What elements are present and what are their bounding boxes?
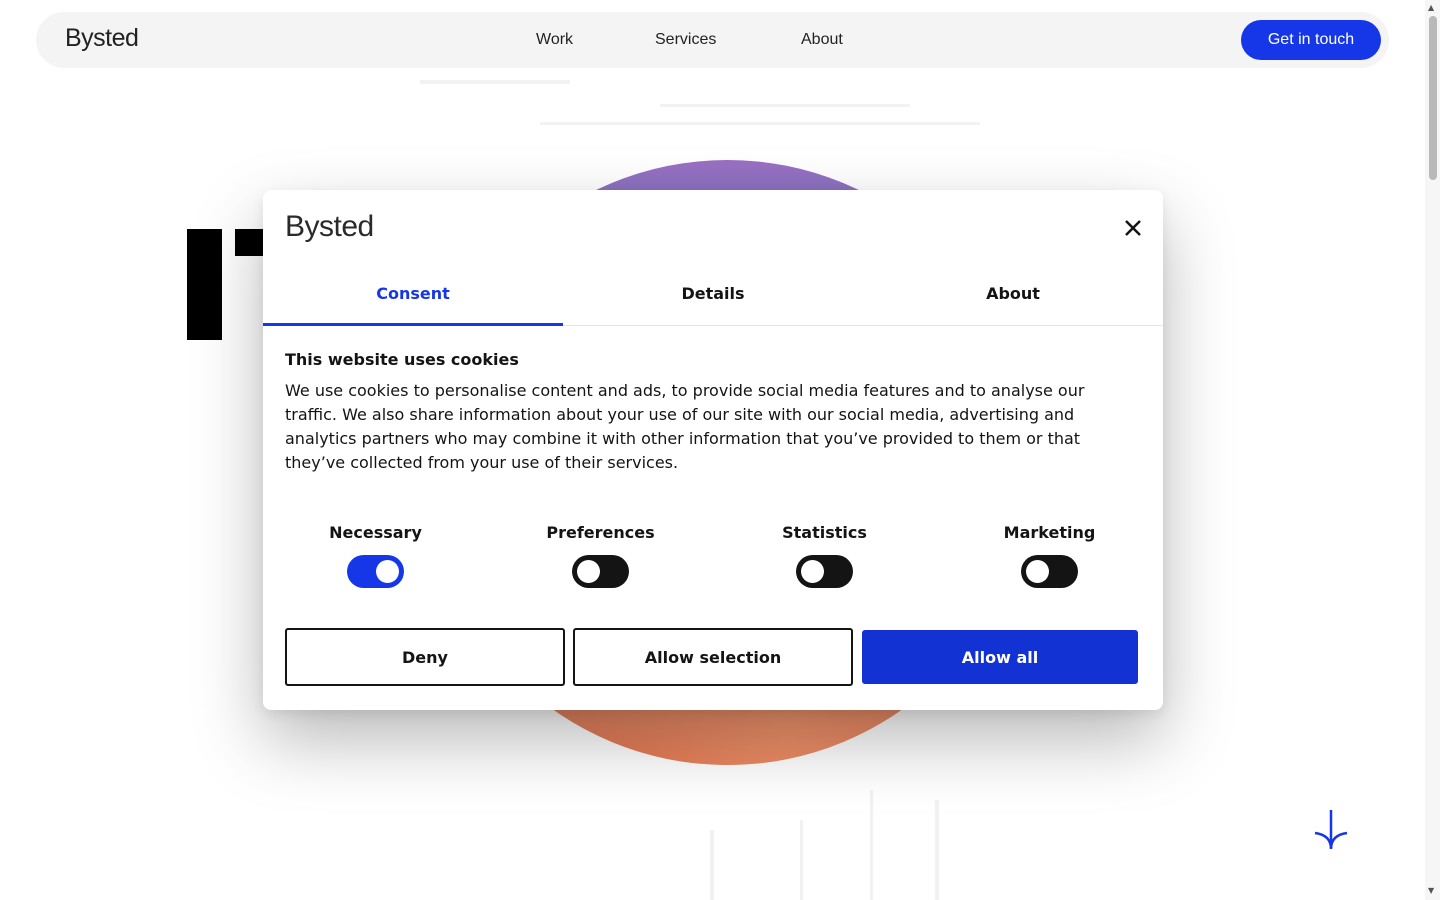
page: Bysted Work Services About Get in touch … bbox=[0, 0, 1440, 900]
marketing-toggle[interactable] bbox=[1021, 555, 1078, 588]
toggle-label-preferences: Preferences bbox=[546, 523, 655, 542]
toggle-knob bbox=[1026, 560, 1049, 583]
consent-tabs: Consent Details About bbox=[263, 274, 1163, 326]
close-icon[interactable] bbox=[1120, 215, 1146, 241]
site-logo[interactable]: Bysted bbox=[65, 24, 139, 53]
cookie-consent-dialog: Bysted Consent Details About This websit… bbox=[263, 190, 1163, 710]
toggle-group-necessary: Necessary bbox=[263, 523, 488, 592]
toggle-knob bbox=[376, 560, 399, 583]
scroll-up-icon[interactable]: ▲ bbox=[1428, 4, 1434, 12]
tab-about[interactable]: About bbox=[863, 274, 1163, 326]
hero-background-line bbox=[935, 800, 939, 900]
allow-all-button[interactable]: Allow all bbox=[862, 630, 1138, 684]
toggle-group-marketing: Marketing bbox=[937, 523, 1162, 592]
cookie-title: This website uses cookies bbox=[285, 350, 519, 369]
hero-headline-fragment bbox=[187, 229, 222, 340]
necessary-toggle[interactable] bbox=[347, 555, 404, 588]
toggle-knob bbox=[577, 560, 600, 583]
deny-button[interactable]: Deny bbox=[285, 628, 565, 686]
toggle-label-marketing: Marketing bbox=[1003, 523, 1096, 542]
page-scrollbar[interactable]: ▲ ▼ bbox=[1425, 0, 1440, 900]
hero-headline-fragment bbox=[235, 229, 265, 256]
dialog-logo: Bysted bbox=[285, 210, 374, 243]
get-in-touch-button[interactable]: Get in touch bbox=[1241, 20, 1381, 60]
scrollbar-thumb[interactable] bbox=[1429, 16, 1437, 180]
hero-background-line bbox=[710, 830, 714, 900]
toggle-knob bbox=[801, 560, 824, 583]
nav-link-about[interactable]: About bbox=[801, 31, 843, 49]
allow-selection-button[interactable]: Allow selection bbox=[573, 628, 853, 686]
tab-details[interactable]: Details bbox=[563, 274, 863, 326]
nav-link-services[interactable]: Services bbox=[655, 31, 716, 49]
top-navigation: Bysted Work Services About Get in touch bbox=[36, 12, 1389, 68]
arrow-down-icon[interactable] bbox=[1312, 808, 1350, 852]
hero-background-line bbox=[420, 80, 570, 84]
scroll-down-icon[interactable]: ▼ bbox=[1428, 887, 1434, 895]
toggle-group-statistics: Statistics bbox=[712, 523, 937, 592]
toggle-label-statistics: Statistics bbox=[782, 523, 867, 542]
hero-background-line bbox=[660, 104, 910, 107]
cookie-description: We use cookies to personalise content an… bbox=[285, 381, 1085, 472]
nav-link-work[interactable]: Work bbox=[536, 31, 573, 49]
toggle-group-preferences: Preferences bbox=[488, 523, 713, 592]
tab-consent[interactable]: Consent bbox=[263, 274, 563, 326]
preferences-toggle[interactable] bbox=[572, 555, 629, 588]
toggle-label-necessary: Necessary bbox=[329, 523, 422, 542]
statistics-toggle[interactable] bbox=[796, 555, 853, 588]
hero-background-line bbox=[870, 790, 873, 900]
hero-background-line bbox=[540, 122, 980, 125]
hero-background-line bbox=[800, 820, 803, 900]
